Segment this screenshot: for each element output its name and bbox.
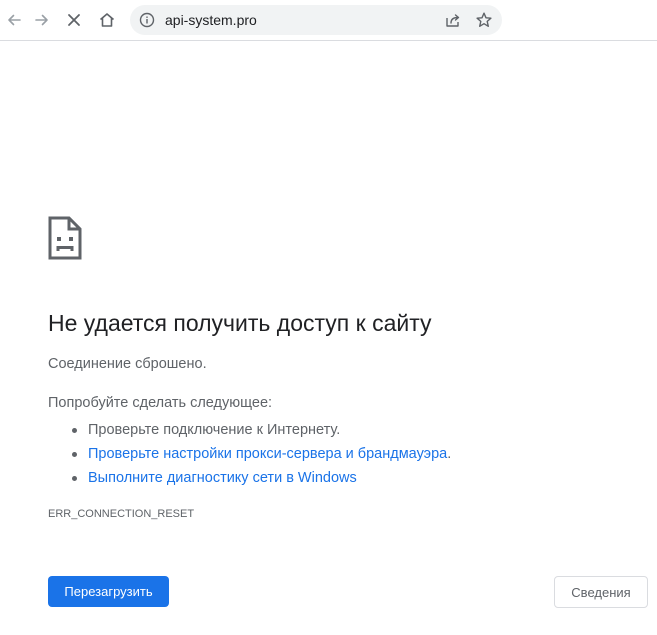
error-heading: Не удается получить доступ к сайту (48, 310, 432, 336)
url-text[interactable]: api-system.pro (165, 12, 257, 28)
list-item: Выполните диагностику сети в Windows (48, 466, 451, 490)
list-item: Проверьте настройки прокси-сервера и бра… (48, 442, 451, 466)
details-button[interactable]: Сведения (554, 576, 648, 608)
address-bar[interactable]: api-system.pro (130, 5, 502, 35)
forward-icon (35, 14, 48, 26)
error-page: Не удается получить доступ к сайту Соеди… (0, 41, 657, 635)
error-subtitle: Соединение сброшено. (48, 356, 207, 372)
info-icon[interactable] (139, 12, 155, 28)
suggestion-suffix: . (447, 446, 452, 462)
suggestions-list: Проверьте подключение к Интернету. Прове… (48, 418, 451, 490)
home-button[interactable] (93, 6, 121, 34)
suggestion-check-connection: Проверьте подключение к Интернету. (88, 422, 341, 438)
share-icon[interactable] (444, 11, 462, 29)
error-code: ERR_CONNECTION_RESET (48, 508, 195, 520)
home-icon (99, 13, 115, 27)
stop-icon (68, 14, 80, 26)
sad-page-icon (48, 216, 82, 260)
back-icon (8, 14, 21, 26)
back-button[interactable] (0, 6, 28, 34)
forward-button[interactable] (28, 6, 56, 34)
suggestion-network-diagnostics-link[interactable]: Выполните диагностику сети в Windows (88, 470, 357, 486)
reload-button[interactable]: Перезагрузить (48, 576, 169, 607)
stop-button[interactable] (60, 6, 88, 34)
suggestions-title: Попробуйте сделать следующее: (48, 395, 273, 411)
suggestion-proxy-firewall-link[interactable]: Проверьте настройки прокси-сервера и бра… (88, 446, 447, 462)
star-icon[interactable] (475, 11, 493, 29)
browser-toolbar: api-system.pro (0, 0, 657, 41)
list-item: Проверьте подключение к Интернету. (48, 418, 451, 442)
